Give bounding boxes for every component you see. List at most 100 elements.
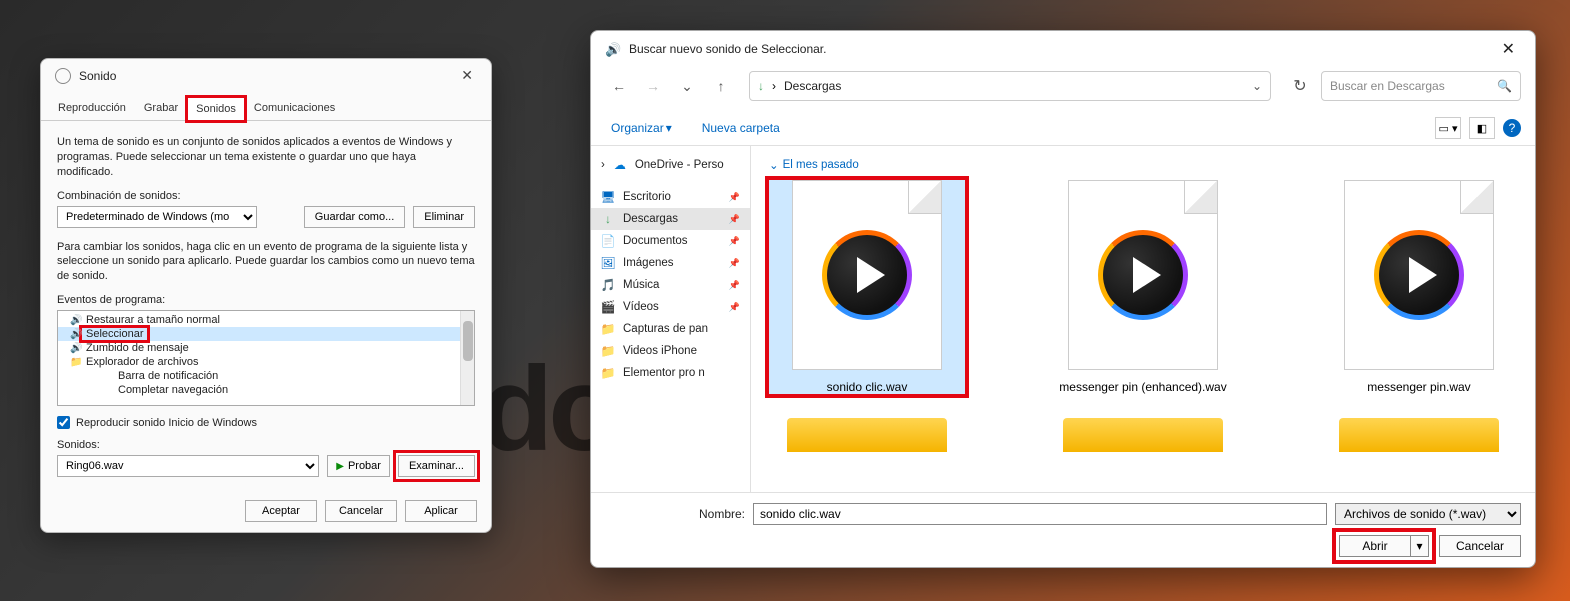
play-icon [822,230,912,320]
preview-pane-button[interactable]: ◧ [1469,117,1495,139]
file-type-filter[interactable]: Archivos de sonido (*.wav) [1335,503,1521,525]
sidebar-item-label: Capturas de pan [623,323,708,335]
sidebar-item-vídeos[interactable]: 🎬Vídeos📌 [591,296,750,318]
breadcrumb[interactable]: Descargas [784,79,841,93]
sidebar-item-imágenes[interactable]: 🖼Imágenes📌 [591,252,750,274]
pin-icon: 📌 [729,192,740,203]
speaker-icon [70,342,82,354]
organize-button[interactable]: Organizar ▾ [605,117,678,139]
folder-item[interactable] [769,412,965,452]
test-button[interactable]: Probar [327,455,390,477]
forward-button[interactable]: → [639,72,667,100]
open-dropdown-button[interactable]: ▾ [1411,535,1429,557]
scrollbar[interactable] [460,311,474,405]
sidebar-item-label: Descargas [623,213,678,225]
address-bar[interactable]: ↓ › Descargas ⌄ [749,71,1271,101]
sidebar-item-elementor-pro-n[interactable]: 📁Elementor pro n [591,362,750,384]
save-as-button[interactable]: Guardar como... [304,206,405,228]
sidebar-item-videos-iphone[interactable]: 📁Videos iPhone [591,340,750,362]
chevron-down-icon: ⌄ [769,158,779,172]
sidebar-item-música[interactable]: 🎵Música📌 [591,274,750,296]
speaker-icon [70,328,82,340]
play-icon [1374,230,1464,320]
refresh-button[interactable]: ↻ [1285,71,1315,101]
tab-sonidos[interactable]: Sonidos [187,97,245,121]
program-events-tree[interactable]: Restaurar a tamaño normalSeleccionarZumb… [57,310,475,406]
pin-icon: 📌 [729,214,740,225]
navigation-toolbar: ← → ⌄ ↑ ↓ › Descargas ⌄ ↻ Buscar en Desc… [591,67,1535,111]
back-button[interactable]: ← [605,72,633,100]
breadcrumb-separator: › [772,79,776,93]
filename-input[interactable] [753,503,1327,525]
sidebar-item-capturas-de-pan[interactable]: 📁Capturas de pan [591,318,750,340]
folder-icon [1063,418,1223,452]
cancel-button[interactable]: Cancelar [325,500,397,522]
program-event-item[interactable]: Completar navegación [58,383,474,397]
files-area: ⌄El mes pasado sonido clic.wav messenger … [751,146,1535,492]
file-thumbnail [792,180,942,370]
sidebar-item-label: Elementor pro n [623,367,705,379]
chevron-down-icon[interactable]: ⌄ [1252,79,1262,93]
sidebar-icon: ☁ [613,158,627,172]
sidebar-item-label: Escritorio [623,191,671,203]
program-event-item[interactable]: Restaurar a tamaño normal [58,313,474,327]
scheme-label: Combinación de sonidos: [57,190,475,202]
play-startup-sound-checkbox[interactable] [57,416,70,429]
folder-icon [1339,418,1499,452]
pin-icon: 📌 [729,280,740,291]
sidebar-item-documentos[interactable]: 📄Documentos📌 [591,230,750,252]
browse-button[interactable]: Examinar... [398,455,475,477]
up-button[interactable]: ↑ [707,72,735,100]
search-input[interactable]: Buscar en Descargas 🔍 [1321,71,1521,101]
file-label: messenger pin (enhanced).wav [1059,380,1226,394]
sidebar-item-onedrive---perso[interactable]: ›☁OneDrive - Perso [591,154,750,176]
delete-button[interactable]: Eliminar [413,206,475,228]
sound-dialog-titlebar: Sonido ✕ [41,59,491,92]
download-icon: ↓ [758,79,764,93]
file-dialog-titlebar: Buscar nuevo sonido de Seleccionar. ✕ [591,31,1535,67]
close-icon[interactable]: ✕ [457,67,477,84]
apply-button[interactable]: Aplicar [405,500,477,522]
sidebar-icon: ↓ [601,212,615,226]
help-button[interactable]: ? [1503,119,1521,137]
file-open-dialog: Buscar nuevo sonido de Seleccionar. ✕ ← … [590,30,1536,568]
close-icon[interactable]: ✕ [1496,39,1521,59]
scrollbar-thumb[interactable] [463,321,473,361]
ok-button[interactable]: Aceptar [245,500,317,522]
program-event-item[interactable]: Seleccionar [58,327,474,341]
new-folder-button[interactable]: Nueva carpeta [696,117,786,139]
events-label: Eventos de programa: [57,294,475,306]
file-label: messenger pin.wav [1367,380,1470,394]
file-item[interactable]: messenger pin (enhanced).wav [1045,180,1241,394]
file-toolbar: Organizar ▾ Nueva carpeta ▭ ▾ ◧ ? [591,111,1535,146]
recent-locations-button[interactable]: ⌄ [673,72,701,100]
file-item[interactable]: messenger pin.wav [1321,180,1517,394]
sound-dialog-title: Sonido [79,69,457,83]
sound-file-select[interactable]: Ring06.wav [57,455,319,477]
open-button[interactable]: Abrir [1339,535,1411,557]
program-event-item[interactable]: Zumbido de mensaje [58,341,474,355]
speaker-icon [605,41,621,57]
cancel-button[interactable]: Cancelar [1439,535,1521,557]
folder-item[interactable] [1045,412,1241,452]
folder-item[interactable] [1321,412,1517,452]
tab-comunicaciones[interactable]: Comunicaciones [245,96,344,120]
pin-icon: 📌 [729,258,740,269]
tab-grabar[interactable]: Grabar [135,96,187,120]
pin-icon: 📌 [729,302,740,313]
program-event-item[interactable]: Explorador de archivos [58,355,474,369]
program-event-item[interactable]: Barra de notificación [58,369,474,383]
file-dialog-footer: Nombre: Archivos de sonido (*.wav) Abrir… [591,492,1535,567]
file-thumbnail [1344,180,1494,370]
tab-reproducción[interactable]: Reproducción [49,96,135,120]
sidebar-icon: 🎵 [601,278,615,292]
view-mode-button[interactable]: ▭ ▾ [1435,117,1461,139]
event-label: Zumbido de mensaje [86,342,189,354]
sound-dialog: Sonido ✕ ReproducciónGrabarSonidosComuni… [40,58,492,533]
sidebar-item-escritorio[interactable]: 🖥Escritorio📌 [591,186,750,208]
sidebar-item-descargas[interactable]: ↓ Descargas 📌 [591,208,750,230]
sidebar-item-label: Documentos [623,235,688,247]
group-header[interactable]: ⌄El mes pasado [769,158,1517,172]
file-item[interactable]: sonido clic.wav [769,180,965,394]
sound-scheme-select[interactable]: Predeterminado de Windows (mo [57,206,257,228]
